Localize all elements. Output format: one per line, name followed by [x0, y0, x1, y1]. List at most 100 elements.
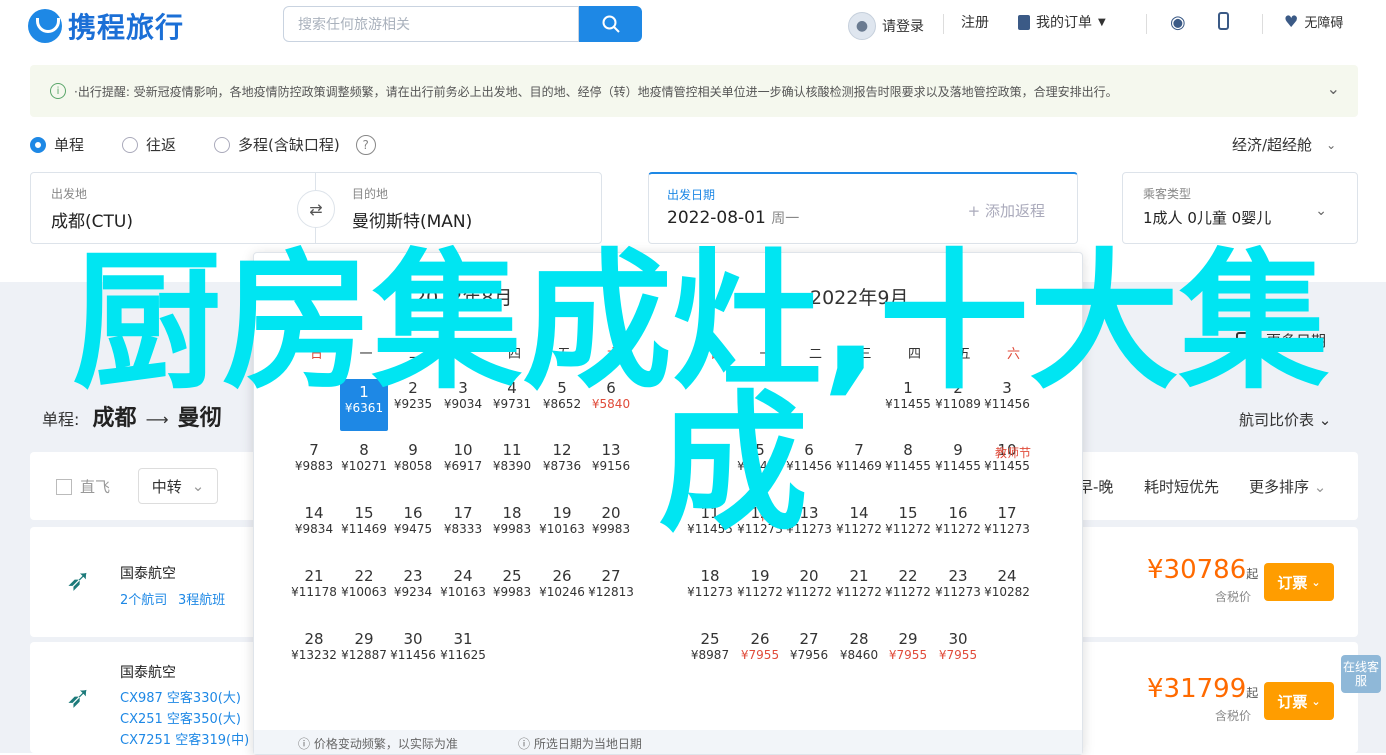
direct-checkbox[interactable]: 直飞 — [56, 476, 110, 497]
add-return-button[interactable]: + 添加返程 — [968, 200, 1045, 221]
day-price: ¥7955 — [938, 648, 978, 662]
ctrip-logo[interactable]: 携程旅行 — [28, 6, 184, 46]
calendar-day[interactable]: 8 ¥11455 — [884, 441, 932, 473]
calendar-day[interactable]: 18 ¥9983 — [488, 504, 536, 536]
calendar-day[interactable]: 28 ¥13232 — [290, 630, 338, 662]
calendar-day[interactable]: 23 ¥11273 — [934, 567, 982, 599]
calendar-day[interactable]: 14 ¥11272 — [835, 504, 883, 536]
transfer-select[interactable]: 中转 ⌄ — [138, 468, 218, 504]
accessibility-button[interactable]: ♥ 无障碍 — [1284, 12, 1343, 31]
flight-leg[interactable]: CX7251 空客319(中) — [120, 729, 249, 748]
chevron-down-icon[interactable]: ⌄ — [1327, 79, 1340, 98]
calendar-day[interactable]: 30 ¥11456 — [389, 630, 437, 662]
calendar-day[interactable]: 7 ¥9883 — [290, 441, 338, 473]
day-number: 17 — [997, 504, 1017, 522]
calendar-day[interactable]: 20 ¥11272 — [785, 567, 833, 599]
calendar-day[interactable]: 22 ¥11272 — [884, 567, 932, 599]
online-service-button[interactable]: 在线客服 — [1341, 655, 1381, 693]
calendar-day[interactable]: 17 ¥8333 — [439, 504, 487, 536]
calendar-day[interactable]: 10 ¥6917 — [439, 441, 487, 473]
calendar-day[interactable]: 28 ¥8460 — [835, 630, 883, 662]
calendar-day[interactable]: 24 ¥10282 — [983, 567, 1031, 599]
calendar-day[interactable]: 13 ¥9156 — [587, 441, 635, 473]
calendar-day[interactable]: 9 ¥8058 — [389, 441, 437, 473]
overlay-banner-line2: 成 — [658, 378, 809, 552]
day-number: 28 — [304, 630, 324, 648]
calendar-day[interactable]: 26 ¥7955 — [736, 630, 784, 662]
radio-label: 往返 — [146, 136, 177, 154]
departure-field[interactable]: 出发地 成都(CTU) — [30, 172, 316, 244]
radio-multi-city[interactable]: 多程(含缺口程) ? — [214, 134, 376, 155]
calendar-day[interactable]: 22 ¥10063 — [340, 567, 388, 599]
flight-leg[interactable]: CX987 空客330(大) — [120, 687, 241, 706]
segment-count-link[interactable]: 3程航班 — [178, 589, 225, 608]
my-orders-menu[interactable]: 我的订单 ▼ — [1018, 12, 1106, 32]
destination-field[interactable]: 目的地 曼彻斯特(MAN) — [315, 172, 602, 244]
calendar-day[interactable]: 30 ¥7955 — [934, 630, 982, 662]
passenger-field[interactable]: 乘客类型 1成人 0儿童 0婴儿 ⌄ — [1122, 172, 1358, 244]
search-input[interactable]: 搜索任何旅游相关 — [283, 6, 579, 42]
book-button[interactable]: 订票 ⌄ — [1264, 563, 1334, 601]
calendar-day[interactable]: 26 ¥10246 — [538, 567, 586, 599]
swap-arrows-icon: ⇄ — [309, 199, 323, 219]
cabin-class-select[interactable]: 经济/超经舱 ⌄ — [1232, 134, 1336, 155]
calendar-day[interactable]: 19 ¥11272 — [736, 567, 784, 599]
calendar-day[interactable]: 27 ¥7956 — [785, 630, 833, 662]
calendar-day[interactable]: 7 ¥11469 — [835, 441, 883, 473]
sort-duration[interactable]: 耗时短优先 — [1144, 476, 1219, 497]
search-icon — [602, 15, 620, 33]
cathay-logo-icon: ➶ — [66, 563, 92, 598]
calendar-day[interactable]: 15 ¥11272 — [884, 504, 932, 536]
festival-label: 教师节 — [995, 446, 1032, 460]
calendar-day[interactable]: 17 ¥11273 — [983, 504, 1031, 536]
day-price: ¥9234 — [393, 585, 433, 599]
sort-more[interactable]: 更多排序 ⌄ — [1249, 476, 1326, 497]
mobile-app-button[interactable] — [1218, 12, 1229, 30]
day-number: 21 — [849, 567, 869, 585]
calendar-day[interactable]: 12 ¥8736 — [538, 441, 586, 473]
help-icon[interactable]: ? — [355, 134, 376, 155]
headset-icon: ◉ — [1170, 12, 1186, 33]
calendar-day[interactable]: 15 ¥11469 — [340, 504, 388, 536]
passenger-values: 1成人 0儿童 0婴儿 — [1143, 207, 1271, 228]
radio-label: 单程 — [54, 136, 85, 154]
register-link[interactable]: 注册 — [961, 12, 989, 32]
calendar-day[interactable]: 27 ¥12813 — [587, 567, 635, 599]
calendar-day[interactable]: 31 ¥11625 — [439, 630, 487, 662]
search-button[interactable] — [579, 6, 642, 42]
calendar-day[interactable]: 25 ¥8987 — [686, 630, 734, 662]
flight-leg[interactable]: CX251 空客350(大) — [120, 708, 241, 727]
calendar-day[interactable]: 20 ¥9983 — [587, 504, 635, 536]
radio-round-trip[interactable]: 往返 — [122, 134, 176, 155]
day-price: ¥9883 — [294, 459, 334, 473]
customer-service-button[interactable]: ◉ — [1170, 12, 1186, 33]
book-button[interactable]: 订票 ⌄ — [1264, 682, 1334, 720]
calendar-day[interactable]: 8 ¥10271 — [340, 441, 388, 473]
calendar-day[interactable]: 19 ¥10163 — [538, 504, 586, 536]
radio-one-way[interactable]: 单程 — [30, 134, 84, 155]
calendar-day[interactable]: 29 ¥12887 — [340, 630, 388, 662]
calendar-day[interactable]: 9 ¥11455 — [934, 441, 982, 473]
airline-count-link[interactable]: 2个航司 — [120, 589, 167, 608]
calendar-day[interactable]: 24 ¥10163 — [439, 567, 487, 599]
airline-compare-table[interactable]: 航司比价表 ⌄ — [1239, 409, 1331, 430]
calendar-day[interactable]: 16 ¥11272 — [934, 504, 982, 536]
calendar-day[interactable]: 16 ¥9475 — [389, 504, 437, 536]
calendar-day[interactable]: 11 ¥8390 — [488, 441, 536, 473]
calendar-day[interactable]: 18 ¥11273 — [686, 567, 734, 599]
login-link[interactable]: ● 请登录 — [848, 12, 924, 40]
day-number: 19 — [552, 504, 572, 522]
calendar-day[interactable]: 21 ¥11272 — [835, 567, 883, 599]
swap-cities-button[interactable]: ⇄ — [297, 190, 335, 228]
day-number: 15 — [898, 504, 918, 522]
caret-down-icon: ▼ — [1098, 16, 1106, 28]
calendar-day[interactable]: 21 ¥11178 — [290, 567, 338, 599]
calendar-day[interactable]: 29 ¥7955 — [884, 630, 932, 662]
calendar-day[interactable]: 25 ¥9983 — [488, 567, 536, 599]
date-field[interactable]: 出发日期 2022-08-01 周一 + 添加返程 — [648, 172, 1078, 244]
day-number: 28 — [849, 630, 869, 648]
sort-time[interactable]: 早-晚 — [1078, 476, 1113, 497]
calendar-day[interactable]: 23 ¥9234 — [389, 567, 437, 599]
day-number: 18 — [700, 567, 720, 585]
calendar-day[interactable]: 14 ¥9834 — [290, 504, 338, 536]
